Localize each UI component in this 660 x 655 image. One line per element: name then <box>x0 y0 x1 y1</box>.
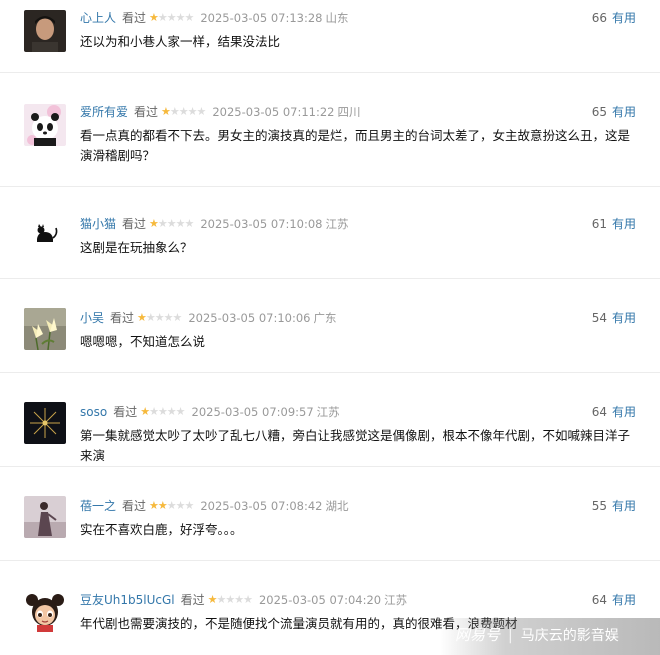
watch-status: 看过 <box>134 105 159 119</box>
lily-flower-avatar-icon <box>24 308 66 350</box>
vote-count: 66 <box>591 11 607 25</box>
useful-button[interactable]: 有用 <box>612 499 636 513</box>
review-text: 嗯嗯嗯，不知道怎么说 <box>80 334 206 349</box>
username-link[interactable]: 蓓一之 <box>80 499 116 513</box>
username-link[interactable]: 爱所有爱 <box>80 105 128 119</box>
watch-status: 看过 <box>113 405 138 419</box>
review-text: 实在不喜欢白鹿，好浮夸。。。 <box>80 522 243 537</box>
review-header: 猫小猫 看过 ★★★★★ 2025-03-05 07:10:08 江苏 61 有用 <box>80 216 636 232</box>
review-text: 看一点真的都看不下去。男女主的演技真的是烂，而且男主的台词太差了，女主故意扮这么… <box>80 128 631 163</box>
review-location: 湖北 <box>325 499 349 513</box>
useful-button[interactable]: 有用 <box>612 105 636 119</box>
avatar[interactable] <box>24 590 66 632</box>
useful-button[interactable]: 有用 <box>612 217 636 231</box>
review-header: 心上人 看过 ★★★★★ 2025-03-05 07:13:28 山东 66 有用 <box>80 10 636 26</box>
avatar[interactable] <box>24 402 66 444</box>
rating-stars: ★★★★★ <box>149 217 194 230</box>
rating-stars: ★★★★★ <box>149 499 194 512</box>
review-item: soso 看过 ★★★★★ 2025-03-05 07:09:57 江苏 64 有用 第一… <box>0 372 660 467</box>
avatar[interactable] <box>24 104 66 146</box>
review-header: soso 看过 ★★★★★ 2025-03-05 07:09:57 江苏 64 有用 <box>80 404 636 420</box>
review-item: 猫小猫 看过 ★★★★★ 2025-03-05 07:10:08 江苏 61 有用 这剧是… <box>0 186 660 279</box>
review-item: 心上人 看过 ★★★★★ 2025-03-05 07:13:28 山东 66 有用 还以为… <box>0 0 660 73</box>
useful-votes: 65 有用 <box>592 104 636 120</box>
watch-status: 看过 <box>180 593 205 607</box>
review-text: 第一集就感觉太吵了太吵了乱七八糟，旁白让我感觉这是偶像剧，根本不像年代剧，不如喊… <box>80 428 631 463</box>
useful-votes: 64 有用 <box>592 592 636 608</box>
panda-avatar-icon <box>24 104 66 146</box>
review-text: 还以为和小巷人家一样，结果没法比 <box>80 34 281 49</box>
watch-status: 看过 <box>122 499 147 513</box>
username-link[interactable]: soso <box>80 405 107 419</box>
rating-stars: ★★★★★ <box>207 593 253 606</box>
vote-count: 55 <box>591 499 607 513</box>
review-text: 这剧是在玩抽象么？ <box>80 240 193 255</box>
useful-votes: 55 有用 <box>592 498 636 514</box>
black-cat-avatar-icon <box>24 212 66 254</box>
avatar[interactable] <box>24 308 66 350</box>
vote-count: 61 <box>591 217 607 231</box>
watermark-logo: 网易号 <box>455 626 501 644</box>
review-time: 2025-03-05 07:10:06 <box>188 311 311 325</box>
review-location: 江苏 <box>316 405 340 419</box>
review-header: 爱所有爱 看过 ★★★★★ 2025-03-05 07:11:22 四川 65 有用 <box>80 104 636 120</box>
vote-count: 54 <box>591 311 607 325</box>
fireworks-avatar-icon <box>24 402 66 444</box>
review-time: 2025-03-05 07:04:20 <box>258 593 382 607</box>
review-header: 小吴 看过 ★★★★★ 2025-03-05 07:10:06 广东 54 有用 <box>80 310 636 326</box>
avatar[interactable] <box>24 10 66 52</box>
woman-photo-avatar-icon <box>24 496 66 538</box>
vote-count: 64 <box>591 405 607 419</box>
review-location: 广东 <box>313 311 337 325</box>
username-link[interactable]: 猫小猫 <box>80 217 116 231</box>
rating-stars: ★★★★★ <box>149 11 194 24</box>
review-time: 2025-03-05 07:10:08 <box>200 217 323 231</box>
rating-stars: ★★★★★ <box>140 405 185 418</box>
review-location: 江苏 <box>325 217 349 231</box>
review-location: 山东 <box>325 11 349 25</box>
username-link[interactable]: 心上人 <box>80 11 116 25</box>
portrait-man-avatar-icon <box>24 10 66 52</box>
useful-votes: 61 有用 <box>592 216 636 232</box>
watermark-author: 马庆云的影音娱 <box>520 628 619 644</box>
useful-button[interactable]: 有用 <box>612 311 636 325</box>
review-item: 蓓一之 看过 ★★★★★ 2025-03-05 07:08:42 湖北 55 有用 实在不… <box>0 466 660 561</box>
review-header: 豆友Uh1b5lUcGl 看过 ★★★★★ 2025-03-05 07:04:20 江苏… <box>80 592 636 608</box>
review-time: 2025-03-05 07:13:28 <box>200 11 323 25</box>
review-location: 四川 <box>337 105 361 119</box>
review-location: 江苏 <box>384 593 408 607</box>
review-header: 蓓一之 看过 ★★★★★ 2025-03-05 07:08:42 湖北 55 有用 <box>80 498 636 514</box>
vote-count: 64 <box>591 593 607 607</box>
review-time: 2025-03-05 07:08:42 <box>200 499 323 513</box>
watermark-divider: | <box>508 628 513 644</box>
username-link[interactable]: 小吴 <box>80 311 104 325</box>
watch-status: 看过 <box>110 311 135 325</box>
review-time: 2025-03-05 07:09:57 <box>191 405 314 419</box>
useful-votes: 66 有用 <box>592 10 636 26</box>
rating-stars: ★★★★★ <box>137 311 182 324</box>
avatar[interactable] <box>24 496 66 538</box>
useful-button[interactable]: 有用 <box>612 11 636 25</box>
useful-button[interactable]: 有用 <box>612 405 636 419</box>
watch-status: 看过 <box>122 11 147 25</box>
review-item: 爱所有爱 看过 ★★★★★ 2025-03-05 07:11:22 四川 65 有用 看一… <box>0 72 660 187</box>
vote-count: 65 <box>591 105 607 119</box>
review-time: 2025-03-05 07:11:22 <box>212 105 335 119</box>
watch-status: 看过 <box>122 217 147 231</box>
watermark: 网易号 | 马庆云的影音娱 <box>455 620 655 650</box>
username-link[interactable]: 豆友Uh1b5lUcGl <box>80 593 175 607</box>
useful-votes: 54 有用 <box>592 310 636 326</box>
useful-votes: 64 有用 <box>592 404 636 420</box>
rating-stars: ★★★★★ <box>161 105 206 118</box>
review-item: 小吴 看过 ★★★★★ 2025-03-05 07:10:06 广东 54 有用 嗯嗯嗯，… <box>0 278 660 373</box>
useful-button[interactable]: 有用 <box>612 593 636 607</box>
cartoon-girl-avatar-icon <box>24 590 66 632</box>
avatar[interactable] <box>24 212 66 254</box>
